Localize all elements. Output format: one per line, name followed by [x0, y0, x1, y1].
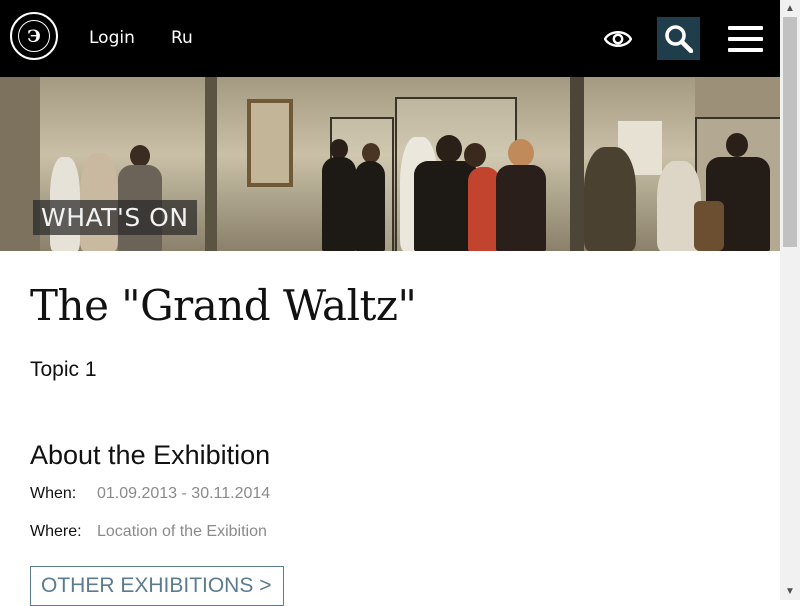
hero-visitor-bag [694, 201, 724, 251]
search-icon [665, 25, 693, 53]
hero-visitor [355, 161, 385, 251]
hero-visitor [508, 139, 534, 167]
hero-column [205, 77, 217, 251]
language-switch-link[interactable]: Ru [171, 28, 193, 48]
logo-inner-ring: Э [18, 20, 50, 52]
hamburger-menu-icon[interactable] [728, 26, 763, 52]
hero-visitor [322, 157, 356, 251]
scroll-up-arrow-icon[interactable]: ▲ [780, 0, 800, 17]
exhibition-title: The "Grand Waltz" [30, 281, 417, 330]
hero-visitor [436, 135, 462, 163]
scrollbar-thumb[interactable] [783, 17, 797, 247]
hermitage-logo[interactable]: Э [10, 12, 58, 60]
exhibition-topic: Topic 1 [30, 358, 97, 381]
where-label: Where: [30, 523, 82, 540]
scroll-down-arrow-icon[interactable]: ▼ [780, 583, 800, 600]
hero-visitor [726, 133, 748, 157]
whats-on-label[interactable]: WHAT'S ON [33, 200, 197, 235]
login-link[interactable]: Login [89, 28, 135, 48]
when-label: When: [30, 485, 77, 502]
where-value: Location of the Exibition [97, 523, 267, 540]
search-button[interactable] [657, 17, 700, 60]
hero-visitor [330, 139, 348, 159]
logo-glyph: Э [27, 27, 41, 47]
hero-visitor [362, 143, 380, 163]
eye-icon[interactable] [603, 28, 633, 50]
about-exhibition-heading: About the Exhibition [30, 440, 271, 470]
when-value: 01.09.2013 - 30.11.2014 [97, 485, 271, 502]
hero-visitor [130, 145, 150, 167]
hero-visitor [464, 143, 486, 167]
hero-column [570, 77, 584, 251]
scrollbar[interactable]: ▲ ▼ [780, 0, 800, 600]
site-header: Э Login Ru [0, 0, 780, 77]
hero-visitor [496, 165, 546, 251]
other-exhibitions-button[interactable]: OTHER EXHIBITIONS > [30, 566, 284, 606]
hero-costume [584, 147, 636, 251]
hero-painting [247, 99, 293, 187]
